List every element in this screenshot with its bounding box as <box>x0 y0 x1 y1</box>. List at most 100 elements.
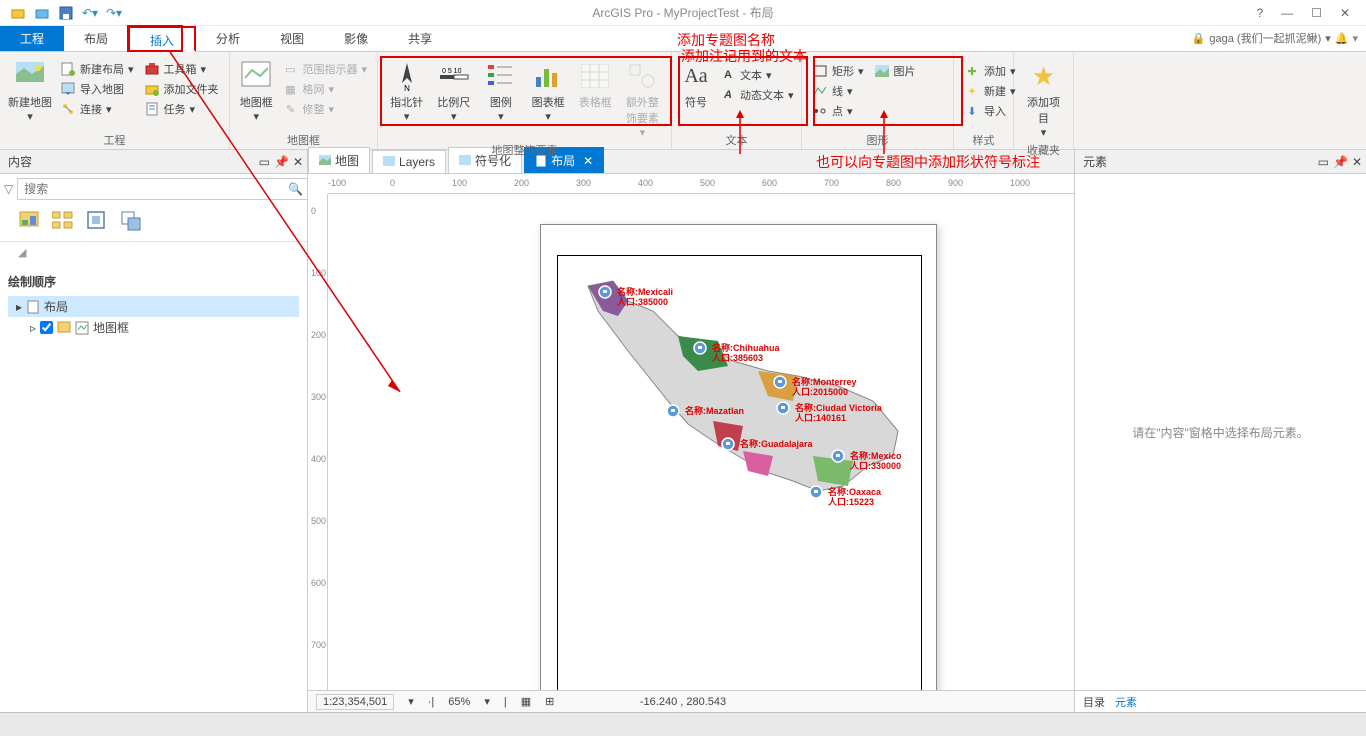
dynamic-text-button[interactable]: A动态文本▾ <box>716 86 798 104</box>
new-map-button[interactable]: 新建地图▾ <box>6 56 54 133</box>
scale-display[interactable]: 1:23,354,501 <box>316 694 394 710</box>
task-button[interactable]: 任务▾ <box>140 100 223 118</box>
contents-pane: 内容 ▭ 📌 ✕ ▽ 🔍 ◢ 绘制顺序 ▸ 布局 <box>0 150 308 712</box>
draw-order-label: 绘制顺序 <box>8 273 299 290</box>
north-arrow-button[interactable]: N指北针▾ <box>384 56 429 143</box>
layout-viewport[interactable]: 名称:Mexicali人口:385000 名称:Chihuahua人口:38560… <box>328 194 1074 690</box>
city-label: 名称:Guadalajara <box>740 440 813 450</box>
maximize-button[interactable]: ☐ <box>1311 6 1322 20</box>
bell-icon: 🔔 <box>1335 32 1349 45</box>
list-by-link-icon[interactable] <box>120 210 142 235</box>
pin-icon[interactable]: 📌 <box>274 155 289 169</box>
tab-share[interactable]: 共享 <box>388 26 452 51</box>
ribbon-content: 新建地图▾ 新建布局▾ 导入地图 连接▾ 工具箱▾ 添加文件夹 任务▾ 工程 地… <box>0 52 1366 150</box>
user-info[interactable]: 🔒 gaga (我们一起抓泥鳅) ▾ 🔔 ▾ <box>1192 30 1358 46</box>
tab-layout[interactable]: 布局 <box>64 26 128 51</box>
city-label: 名称:Mexico人口:330000 <box>850 452 902 472</box>
search-icon[interactable]: 🔍 <box>288 182 303 196</box>
help-button[interactable]: ? <box>1256 6 1263 20</box>
city-label: 名称:Oaxaca人口:15223 <box>828 488 881 508</box>
style-add-button[interactable]: ✚添加▾ <box>960 62 1020 80</box>
map-frame-button[interactable]: 地图框▾ <box>236 56 276 133</box>
tree-layout[interactable]: ▸ 布局 <box>8 296 299 317</box>
grid-icon[interactable]: ▦ <box>521 695 531 708</box>
layout-page: 名称:Mexicali人口:385000 名称:Chihuahua人口:38560… <box>540 224 937 690</box>
lock-icon: 🔒 <box>1192 32 1206 45</box>
picture-button[interactable]: 图片 <box>870 62 920 80</box>
fixup-button: ✎修整▾ <box>278 100 371 118</box>
quick-access-toolbar: ↶▾ ↷▾ ArcGIS Pro - MyProjectTest - 布局 ? … <box>0 0 1366 26</box>
city-label: 名称:Monterrey人口:2015000 <box>792 378 857 398</box>
tab-insert[interactable]: 插入 <box>128 26 196 52</box>
city-label: 名称:Mexicali人口:385000 <box>617 288 673 308</box>
elements-pane: 元素 ▭ 📌 ✕ 请在"内容"窗格中选择布局元素。 目录 元素 <box>1074 150 1366 712</box>
tab-view[interactable]: 视图 <box>260 26 324 51</box>
city-label: 名称:Chihuahua人口:385603 <box>712 344 780 364</box>
coords-display: -16.240 , 280.543 <box>640 696 726 708</box>
status-bar: 1:23,354,501▾ ·| 65%▾ | ▦ ⊞ -16.240 , 28… <box>308 690 1074 712</box>
elements-message: 请在"内容"窗格中选择布局元素。 <box>1075 174 1366 690</box>
point-button[interactable]: 点▾ <box>808 102 868 120</box>
elements-title: 元素 <box>1083 153 1107 170</box>
favorite-add-item-button[interactable]: ★添加项目▾ <box>1020 56 1067 143</box>
zoom-display[interactable]: 65% <box>448 696 470 708</box>
elements-tab[interactable]: 元素 <box>1115 694 1137 710</box>
extra-surround-button: 额外整饰要素▾ <box>620 56 665 143</box>
pin-icon[interactable]: 📌 <box>1333 155 1348 169</box>
line-button[interactable]: 线▾ <box>808 82 868 100</box>
catalog-tab[interactable]: 目录 <box>1083 694 1105 710</box>
open-icon[interactable] <box>8 3 28 23</box>
close-button[interactable]: ✕ <box>1340 6 1350 20</box>
svg-text:N: N <box>404 84 410 91</box>
chart-frame-button[interactable]: 图表框▾ <box>526 56 571 143</box>
city-label: 名称:Ciudad Victoria人口:140161 <box>795 404 882 424</box>
mexico-map-icon <box>558 256 922 690</box>
new-layout-button[interactable]: 新建布局▾ <box>56 60 138 78</box>
style-new-button[interactable]: ✦新建▾ <box>960 82 1020 100</box>
tab-image[interactable]: 影像 <box>324 26 388 51</box>
connect-button[interactable]: 连接▾ <box>56 100 138 118</box>
ribbon-tabs: 工程 布局 插入 分析 视图 影像 共享 🔒 gaga (我们一起抓泥鳅) ▾ … <box>0 26 1366 52</box>
grid-button: ▦格网▾ <box>278 80 371 98</box>
save-icon[interactable] <box>56 3 76 23</box>
add-folder-button[interactable]: 添加文件夹 <box>140 80 223 98</box>
contents-title: 内容 <box>8 153 32 170</box>
app-title: ArcGIS Pro - MyProjectTest - 布局 <box>0 4 1366 21</box>
tab-file[interactable]: 工程 <box>0 26 64 51</box>
close-panel-icon[interactable]: ✕ <box>293 155 303 169</box>
city-label: 名称:Mazatlan <box>685 407 744 417</box>
taskbar <box>0 712 1366 736</box>
mapframe-visibility-checkbox[interactable] <box>40 321 53 334</box>
style-import-button[interactable]: ⬇导入 <box>960 102 1020 120</box>
embedded-map-frame[interactable]: 名称:Mexicali人口:385000 名称:Chihuahua人口:38560… <box>557 255 922 690</box>
ruler-vertical: 0100200300400500600700 <box>308 194 328 690</box>
minimize-button[interactable]: — <box>1281 6 1293 20</box>
rectangle-button[interactable]: 矩形▾ <box>808 62 868 80</box>
toolbox-button[interactable]: 工具箱▾ <box>140 60 223 78</box>
list-by-drawing-icon[interactable] <box>18 210 40 235</box>
filter-icon[interactable]: ▽ <box>4 182 13 196</box>
symbol-button[interactable]: Aa符号 <box>678 56 714 133</box>
close-panel-icon[interactable]: ✕ <box>1352 155 1362 169</box>
snap-icon[interactable]: ⊞ <box>545 695 554 708</box>
undo-icon[interactable]: ↶▾ <box>80 3 100 23</box>
list-by-source-icon[interactable] <box>86 210 108 235</box>
extent-indicator-button: ▭范围指示器▾ <box>278 60 371 78</box>
ruler-horizontal: -10001002003004005006007008009001000 <box>328 174 1074 194</box>
contents-toolbar <box>0 204 307 242</box>
autohide-icon[interactable]: ▭ <box>259 155 270 169</box>
search-input[interactable] <box>17 178 308 200</box>
redo-icon[interactable]: ↷▾ <box>104 3 124 23</box>
doc-tab-map[interactable]: 地图 <box>308 147 370 173</box>
svg-text:0 5 10: 0 5 10 <box>442 68 462 75</box>
main-area: 内容 ▭ 📌 ✕ ▽ 🔍 ◢ 绘制顺序 ▸ 布局 <box>0 150 1366 712</box>
tab-analyze[interactable]: 分析 <box>196 26 260 51</box>
open2-icon[interactable] <box>32 3 52 23</box>
legend-button[interactable]: 图例▾ <box>478 56 523 143</box>
text-button[interactable]: A文本▾ <box>716 66 798 84</box>
scale-bar-button[interactable]: 0 5 10比例尺▾ <box>431 56 476 143</box>
tree-mapframe[interactable]: ▹ 地图框 <box>8 317 299 338</box>
list-by-type-icon[interactable] <box>52 210 74 235</box>
autohide-icon[interactable]: ▭ <box>1318 155 1329 169</box>
import-map-button[interactable]: 导入地图 <box>56 80 138 98</box>
